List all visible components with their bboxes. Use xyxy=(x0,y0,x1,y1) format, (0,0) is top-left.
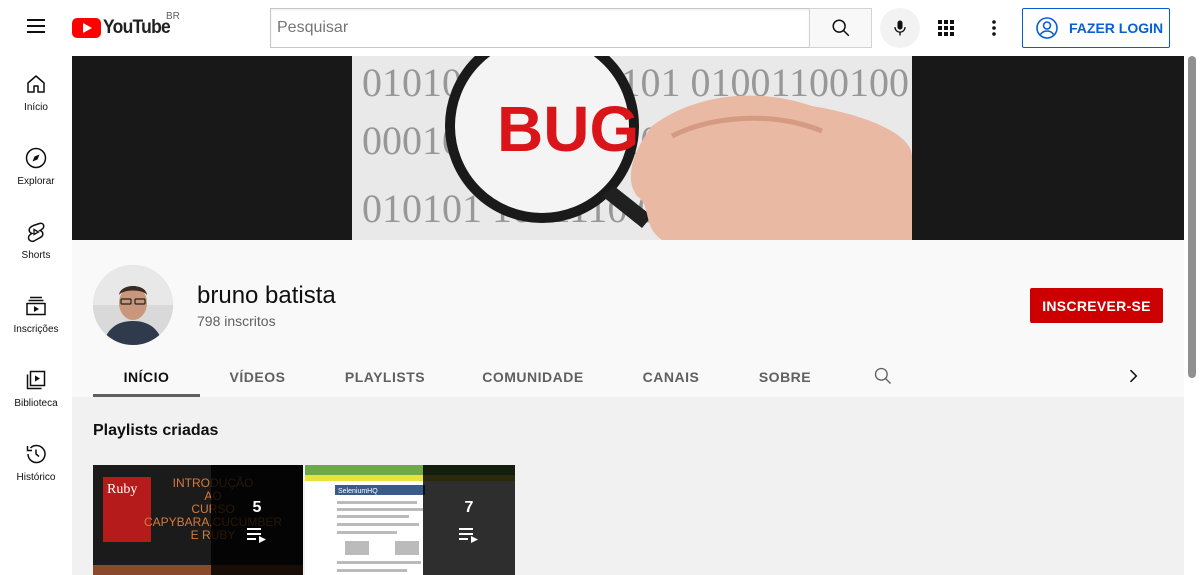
login-label: FAZER LOGIN xyxy=(1069,20,1164,36)
apps-grid-icon xyxy=(938,20,954,36)
more-vert-icon xyxy=(992,20,996,36)
search-input[interactable] xyxy=(270,8,809,48)
login-button[interactable]: FAZER LOGIN xyxy=(1022,8,1170,48)
subscriptions-icon xyxy=(26,296,46,316)
tab-about[interactable]: SOBRE xyxy=(745,356,825,397)
youtube-play-icon xyxy=(72,18,101,38)
sidebar-item-shorts[interactable]: Shorts xyxy=(0,204,72,278)
playlist-icon xyxy=(459,528,478,543)
voice-search-button[interactable] xyxy=(880,8,920,48)
ruby-badge: Ruby xyxy=(107,482,137,497)
sidebar-item-home[interactable]: Início xyxy=(0,56,72,130)
compass-icon xyxy=(25,147,47,169)
search-icon xyxy=(831,19,849,37)
tab-channels[interactable]: CANAIS xyxy=(628,356,714,397)
playlist-card[interactable]: Ruby INTRODUÇÃO AO CURSO CAPYBARA,CUCUMB… xyxy=(93,465,303,575)
country-code: BR xyxy=(166,11,180,22)
main-content: 0101011 01 000101 0100110010011 000101 0… xyxy=(72,56,1184,575)
sidebar-item-label: Explorar xyxy=(17,176,55,187)
tab-playlists[interactable]: PLAYLISTS xyxy=(331,356,439,397)
sidebar-item-subscriptions[interactable]: Inscrições xyxy=(0,278,72,352)
subscribe-button[interactable]: INSCREVER-SE xyxy=(1030,288,1163,323)
microphone-icon xyxy=(894,20,906,36)
shorts-icon xyxy=(27,222,45,243)
search-button[interactable] xyxy=(809,8,872,48)
subscriber-count: 798 inscritos xyxy=(197,313,276,329)
sidebar-item-label: Shorts xyxy=(21,250,51,261)
section-title: Playlists criadas xyxy=(93,422,219,439)
playlist-card[interactable]: SeleniumHQ 7 xyxy=(305,465,515,575)
playlist-video-count: 5 xyxy=(252,499,262,516)
sidebar-item-history[interactable]: Histórico xyxy=(0,426,72,500)
playlist-video-count: 7 xyxy=(464,499,474,516)
playlist-icon xyxy=(247,528,266,543)
tab-home[interactable]: INÍCIO xyxy=(93,356,200,397)
banner-bug-text: BUG xyxy=(497,93,639,165)
sidebar-item-label: Início xyxy=(24,102,48,113)
banner-image: 0101011 01 000101 0100110010011 000101 0… xyxy=(352,56,912,240)
sidebar: Início Explorar Shorts Inscrições Biblio… xyxy=(0,56,72,575)
scrollbar-thumb[interactable] xyxy=(1188,56,1196,378)
channel-header: bruno batista 798 inscritos INSCREVER-SE… xyxy=(72,240,1184,397)
channel-name: bruno batista xyxy=(197,282,336,309)
channel-tabs: INÍCIO VÍDEOS PLAYLISTS COMUNIDADE CANAI… xyxy=(93,356,1163,397)
library-icon xyxy=(26,370,46,390)
playlist-overlay: 7 xyxy=(423,465,515,575)
search-icon xyxy=(874,367,891,384)
tab-videos[interactable]: VÍDEOS xyxy=(210,356,305,397)
tabs-next-button[interactable] xyxy=(1123,366,1143,391)
logo-text: YouTube xyxy=(103,17,171,38)
sidebar-item-label: Biblioteca xyxy=(14,398,58,409)
account-icon xyxy=(1036,17,1058,39)
top-bar: YouTube BR FAZER LOGIN xyxy=(0,0,1200,56)
more-options-button[interactable] xyxy=(982,16,1006,40)
channel-banner: 0101011 01 000101 0100110010011 000101 0… xyxy=(72,56,1184,240)
menu-icon[interactable] xyxy=(24,16,48,40)
channel-search-button[interactable] xyxy=(873,366,893,391)
playlist-overlay: 5 xyxy=(211,465,303,575)
sidebar-item-label: Histórico xyxy=(16,472,56,483)
history-icon xyxy=(26,444,46,464)
youtube-logo[interactable]: YouTube BR xyxy=(72,11,180,39)
home-icon xyxy=(27,75,45,93)
sidebar-item-library[interactable]: Biblioteca xyxy=(0,352,72,426)
playlists-section: Playlists criadas Ruby INTRODUÇÃO AO CUR… xyxy=(72,397,1184,575)
tab-community[interactable]: COMUNIDADE xyxy=(473,356,593,397)
chevron-right-icon xyxy=(1129,369,1138,383)
selenium-title: SeleniumHQ xyxy=(338,488,378,495)
sidebar-item-label: Inscrições xyxy=(13,324,59,335)
apps-button[interactable] xyxy=(934,16,958,40)
page-scrollbar[interactable] xyxy=(1184,56,1200,575)
search-bar xyxy=(270,8,872,48)
sidebar-item-explore[interactable]: Explorar xyxy=(0,130,72,204)
channel-avatar[interactable] xyxy=(93,265,173,345)
